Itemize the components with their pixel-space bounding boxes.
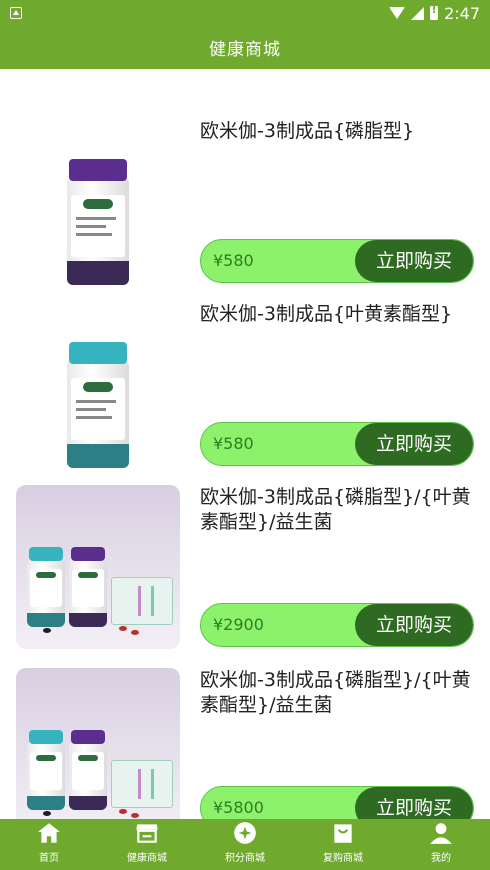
- product-card[interactable]: 欧米伽-3制成品{磷脂型}/{叶黄素酯型}/益生菌 ¥2900 立即购买: [0, 485, 490, 667]
- price-bar: ¥5800 立即购买: [200, 786, 474, 819]
- product-card[interactable]: 欧米伽-3制成品{叶黄素酯型} ¥580 立即购买: [0, 302, 490, 486]
- product-bundle-image: [23, 704, 173, 819]
- price-bar: ¥2900 立即购买: [200, 603, 474, 647]
- tab-profile[interactable]: 我的: [396, 820, 486, 864]
- buy-now-button[interactable]: 立即购买: [355, 240, 473, 282]
- wifi-icon: [389, 7, 406, 19]
- product-image[interactable]: [16, 485, 180, 649]
- bottle-image: [67, 159, 129, 285]
- product-image[interactable]: [16, 668, 180, 819]
- tab-label: 复购商城: [323, 853, 363, 864]
- store-icon: [134, 820, 160, 846]
- product-image[interactable]: [16, 139, 180, 303]
- status-time: 2:47: [444, 3, 480, 23]
- product-price: ¥2900: [213, 615, 264, 634]
- product-name[interactable]: 欧米伽-3制成品{叶黄素酯型}: [200, 302, 478, 327]
- page-title: 健康商城: [0, 26, 490, 69]
- product-name[interactable]: 欧米伽-3制成品{磷脂型}: [200, 119, 478, 144]
- bottle-image: [67, 342, 129, 468]
- price-bar: ¥580 立即购买: [200, 422, 474, 466]
- user-icon: [428, 820, 454, 846]
- product-image[interactable]: [16, 322, 180, 486]
- tab-label: 首页: [39, 853, 59, 864]
- tab-label: 健康商城: [127, 853, 167, 864]
- product-name[interactable]: 欧米伽-3制成品{磷脂型}/{叶黄素酯型}/益生菌: [200, 668, 478, 718]
- tab-repurchase-mall[interactable]: 复购商城: [298, 820, 388, 864]
- bottom-tab-bar: 首页 健康商城 积分商城 复购商城 我的: [0, 819, 490, 870]
- home-icon: [36, 820, 62, 846]
- product-price: ¥580: [213, 251, 254, 270]
- points-icon: [232, 820, 258, 846]
- product-price: ¥580: [213, 434, 254, 453]
- tab-home[interactable]: 首页: [4, 820, 94, 864]
- product-card[interactable]: 欧米伽-3制成品{磷脂型} ¥580 立即购买: [0, 119, 490, 303]
- product-name[interactable]: 欧米伽-3制成品{磷脂型}/{叶黄素酯型}/益生菌: [200, 485, 478, 535]
- product-price: ¥5800: [213, 798, 264, 817]
- signal-icon: [411, 6, 425, 20]
- price-bar: ¥580 立即购买: [200, 239, 474, 283]
- battery-icon: [430, 5, 439, 20]
- product-card[interactable]: 欧米伽-3制成品{磷脂型}/{叶黄素酯型}/益生菌 ¥5800 立即购买: [0, 668, 490, 819]
- buy-now-button[interactable]: 立即购买: [355, 423, 473, 465]
- tab-label: 我的: [431, 853, 451, 864]
- status-bar: 2:47: [0, 0, 490, 26]
- buy-now-button[interactable]: 立即购买: [355, 787, 473, 819]
- buy-now-button[interactable]: 立即购买: [355, 604, 473, 646]
- notification-icon: [10, 6, 22, 19]
- product-bundle-image: [23, 521, 173, 641]
- shopping-bag-icon: [330, 820, 356, 846]
- tab-label: 积分商城: [225, 853, 265, 864]
- tab-points-mall[interactable]: 积分商城: [200, 820, 290, 864]
- tab-health-mall[interactable]: 健康商城: [102, 820, 192, 864]
- product-list: 欧米伽-3制成品{磷脂型} ¥580 立即购买 欧米伽-3制成品{叶黄素酯型} …: [0, 69, 490, 819]
